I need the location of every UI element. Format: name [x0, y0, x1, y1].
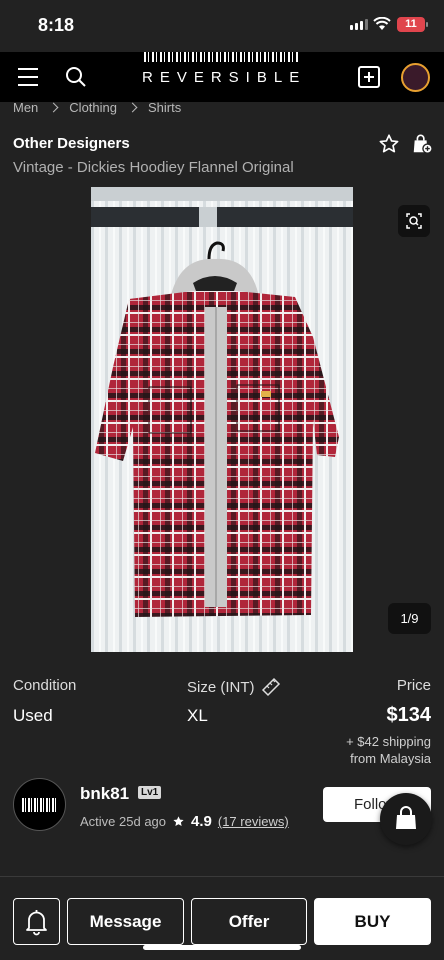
- condition-value: Used: [13, 706, 53, 725]
- product-title: Vintage - Dickies Hoodiey Flannel Origin…: [13, 159, 294, 176]
- add-icon[interactable]: [358, 66, 380, 88]
- condition-label: Condition: [13, 677, 77, 694]
- breadcrumb-item-shirts[interactable]: Shirts: [148, 100, 181, 115]
- seller-reviews-link[interactable]: (17 reviews): [218, 814, 289, 829]
- signal-icon: [350, 19, 368, 30]
- notify-button[interactable]: [13, 898, 60, 945]
- profile-avatar[interactable]: [401, 63, 430, 92]
- seller-level-badge: Lv1: [138, 786, 162, 799]
- size-label: Size (INT): [187, 678, 255, 696]
- battery-icon: 11: [397, 17, 428, 32]
- seller-meta: Active 25d ago 4.9 (17 reviews): [80, 813, 289, 830]
- message-button[interactable]: Message: [67, 898, 184, 945]
- brand-wordmark: REVERSIBLE: [142, 69, 307, 86]
- seller-active: Active 25d ago: [80, 814, 167, 829]
- status-bar: 8:18 11: [0, 0, 444, 52]
- divider: [0, 876, 444, 877]
- bell-icon: [26, 910, 47, 936]
- star-icon[interactable]: [378, 133, 400, 155]
- breadcrumb-item-clothing[interactable]: Clothing: [69, 100, 117, 115]
- shipping-origin: from Malaysia: [350, 751, 431, 766]
- image-counter: 1/9: [388, 603, 431, 634]
- buy-button[interactable]: BUY: [314, 898, 431, 945]
- brand-logo[interactable]: REVERSIBLE: [142, 52, 302, 102]
- top-nav: REVERSIBLE: [0, 52, 444, 102]
- barcode-avatar-mark: [22, 798, 58, 812]
- shipping-cost: + $42 shipping: [346, 734, 431, 749]
- designer-name[interactable]: Other Designers: [13, 135, 130, 152]
- search-icon[interactable]: [64, 65, 88, 89]
- bag-add-icon[interactable]: [411, 133, 433, 155]
- size-label-wrap: Size (INT): [187, 677, 281, 697]
- ruler-icon[interactable]: [261, 677, 281, 697]
- price-label: Price: [396, 677, 431, 694]
- size-value: XL: [187, 706, 208, 725]
- hamburger-icon[interactable]: [18, 68, 38, 86]
- offer-button[interactable]: Offer: [191, 898, 307, 945]
- breadcrumb: Men Clothing Shirts: [13, 100, 181, 115]
- flannel-photo: [91, 187, 353, 652]
- star-filled-icon: [173, 816, 184, 826]
- shipping-info: + $42 shipping from Malaysia: [346, 733, 431, 767]
- seller-avatar[interactable]: [13, 778, 66, 831]
- chevron-right-icon: [127, 102, 138, 113]
- seller-rating: 4.9: [191, 813, 212, 830]
- product-image[interactable]: [91, 187, 353, 652]
- wifi-icon: [373, 17, 391, 30]
- zoom-icon[interactable]: [398, 205, 430, 237]
- chevron-right-icon: [48, 102, 59, 113]
- cart-button[interactable]: [380, 793, 432, 845]
- status-time: 8:18: [38, 15, 75, 35]
- breadcrumb-item-men[interactable]: Men: [13, 100, 38, 115]
- seller-name[interactable]: bnk81: [80, 784, 129, 804]
- barcode-mark: [144, 52, 300, 62]
- bag-icon: [396, 806, 416, 829]
- home-indicator: [143, 945, 301, 950]
- price-value: $134: [386, 704, 432, 726]
